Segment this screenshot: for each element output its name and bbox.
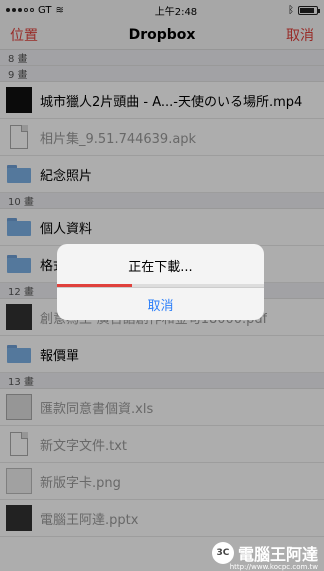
download-alert: 正在下載... 取消 <box>57 244 264 320</box>
watermark-text: 電腦王阿達 <box>237 545 318 564</box>
watermark-badge-icon: 3C <box>211 542 234 564</box>
cancel-download-button[interactable]: 取消 <box>57 287 264 320</box>
watermark-logo: 3C 電腦王阿達 <box>211 541 318 565</box>
watermark-url: http://www.kocpc.com.tw <box>229 563 318 571</box>
alert-title: 正在下載... <box>128 259 193 275</box>
